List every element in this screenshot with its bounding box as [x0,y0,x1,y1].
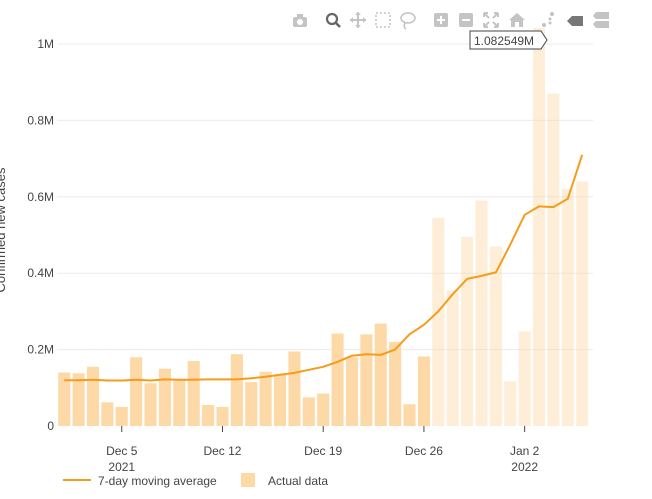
bar[interactable] [130,357,143,426]
bar[interactable] [101,402,114,426]
x-axis-ticks: Dec 5 2021 Dec 12 Dec 19 Dec 26 Jan 2 2022 [106,426,540,474]
legend-label-moving-average: 7-day moving average [98,474,217,488]
zoom-out-icon[interactable] [459,13,473,27]
bar[interactable] [173,380,186,426]
legend-item-actual-data[interactable]: Actual data [241,473,328,488]
y-tick-label: 0.2M [27,343,54,357]
bar[interactable] [259,371,272,426]
bar[interactable] [230,354,243,426]
modebar [293,12,609,30]
zoom-icon[interactable] [325,12,341,28]
autoscale-icon[interactable] [483,12,499,28]
x-tick-year-label: 2021 [108,460,135,474]
y-tick-label: 0.8M [27,113,54,127]
bar[interactable] [345,357,359,426]
bar[interactable] [317,393,330,426]
bar[interactable] [403,404,416,426]
camera-icon[interactable] [293,14,307,27]
x-tick-year-label: 2022 [511,460,538,474]
y-tick-label: 0.4M [27,266,54,280]
bar[interactable] [446,290,459,426]
y-tick-label: 0.6M [27,190,54,204]
x-tick-label: Dec 12 [203,444,241,458]
bar[interactable] [518,331,531,426]
bar[interactable] [547,93,560,426]
x-tick-label: Dec 19 [304,444,342,458]
bar[interactable] [331,333,344,426]
bar[interactable] [158,368,171,426]
legend[interactable]: 7-day moving average Actual data [63,473,328,488]
bar[interactable] [86,366,100,426]
box-select-icon[interactable] [375,12,391,28]
line-series-moving-average [64,154,584,382]
bar[interactable] [302,397,315,426]
bar[interactable] [417,356,430,426]
y-axis-title: Confirmed new cases [0,167,8,292]
bar[interactable] [475,200,488,426]
y-tick-label: 1M [37,37,54,51]
bar[interactable] [144,383,157,426]
bar[interactable] [532,28,546,426]
bar[interactable] [389,341,402,426]
reset-axes-icon[interactable] [509,13,525,27]
bar[interactable] [576,181,589,426]
y-tick-label: 0 [47,419,54,433]
hover-tooltip: 1.082549M [469,30,548,50]
bar[interactable] [202,404,215,426]
bar[interactable] [374,323,387,426]
bar[interactable] [273,374,287,426]
bar[interactable] [115,406,128,426]
bar[interactable] [432,217,445,426]
y-axis-ticks: 0 0.2M 0.4M 0.6M 0.8M 1M [27,37,54,433]
spike-lines-icon[interactable] [542,12,554,27]
gridlines [57,43,593,351]
zoom-in-icon[interactable] [434,13,448,27]
x-tick-label: Dec 5 [106,444,138,458]
legend-label-actual-data: Actual data [268,474,328,488]
bar[interactable] [561,189,574,426]
bar[interactable] [461,236,474,426]
moving-average-line [64,154,584,382]
bar[interactable] [245,382,258,426]
bar[interactable] [216,406,229,426]
bar[interactable] [360,334,373,426]
bar[interactable] [288,351,301,426]
chart: 0 0.2M 0.4M 0.6M 0.8M 1M Dec 5 2021 Dec 12 Dec 1… [0,12,609,488]
tooltip-value: 1.082549M [474,34,534,48]
bar[interactable] [504,381,517,426]
x-tick-label: Dec 26 [405,444,443,458]
hover-compare-icon[interactable] [593,12,609,28]
hover-closest-icon[interactable] [567,16,583,26]
bar[interactable] [187,361,200,426]
lasso-select-icon[interactable] [400,12,416,30]
pan-icon[interactable] [350,12,366,28]
x-tick-label: Jan 2 [510,444,540,458]
legend-item-moving-average[interactable]: 7-day moving average [63,474,217,488]
